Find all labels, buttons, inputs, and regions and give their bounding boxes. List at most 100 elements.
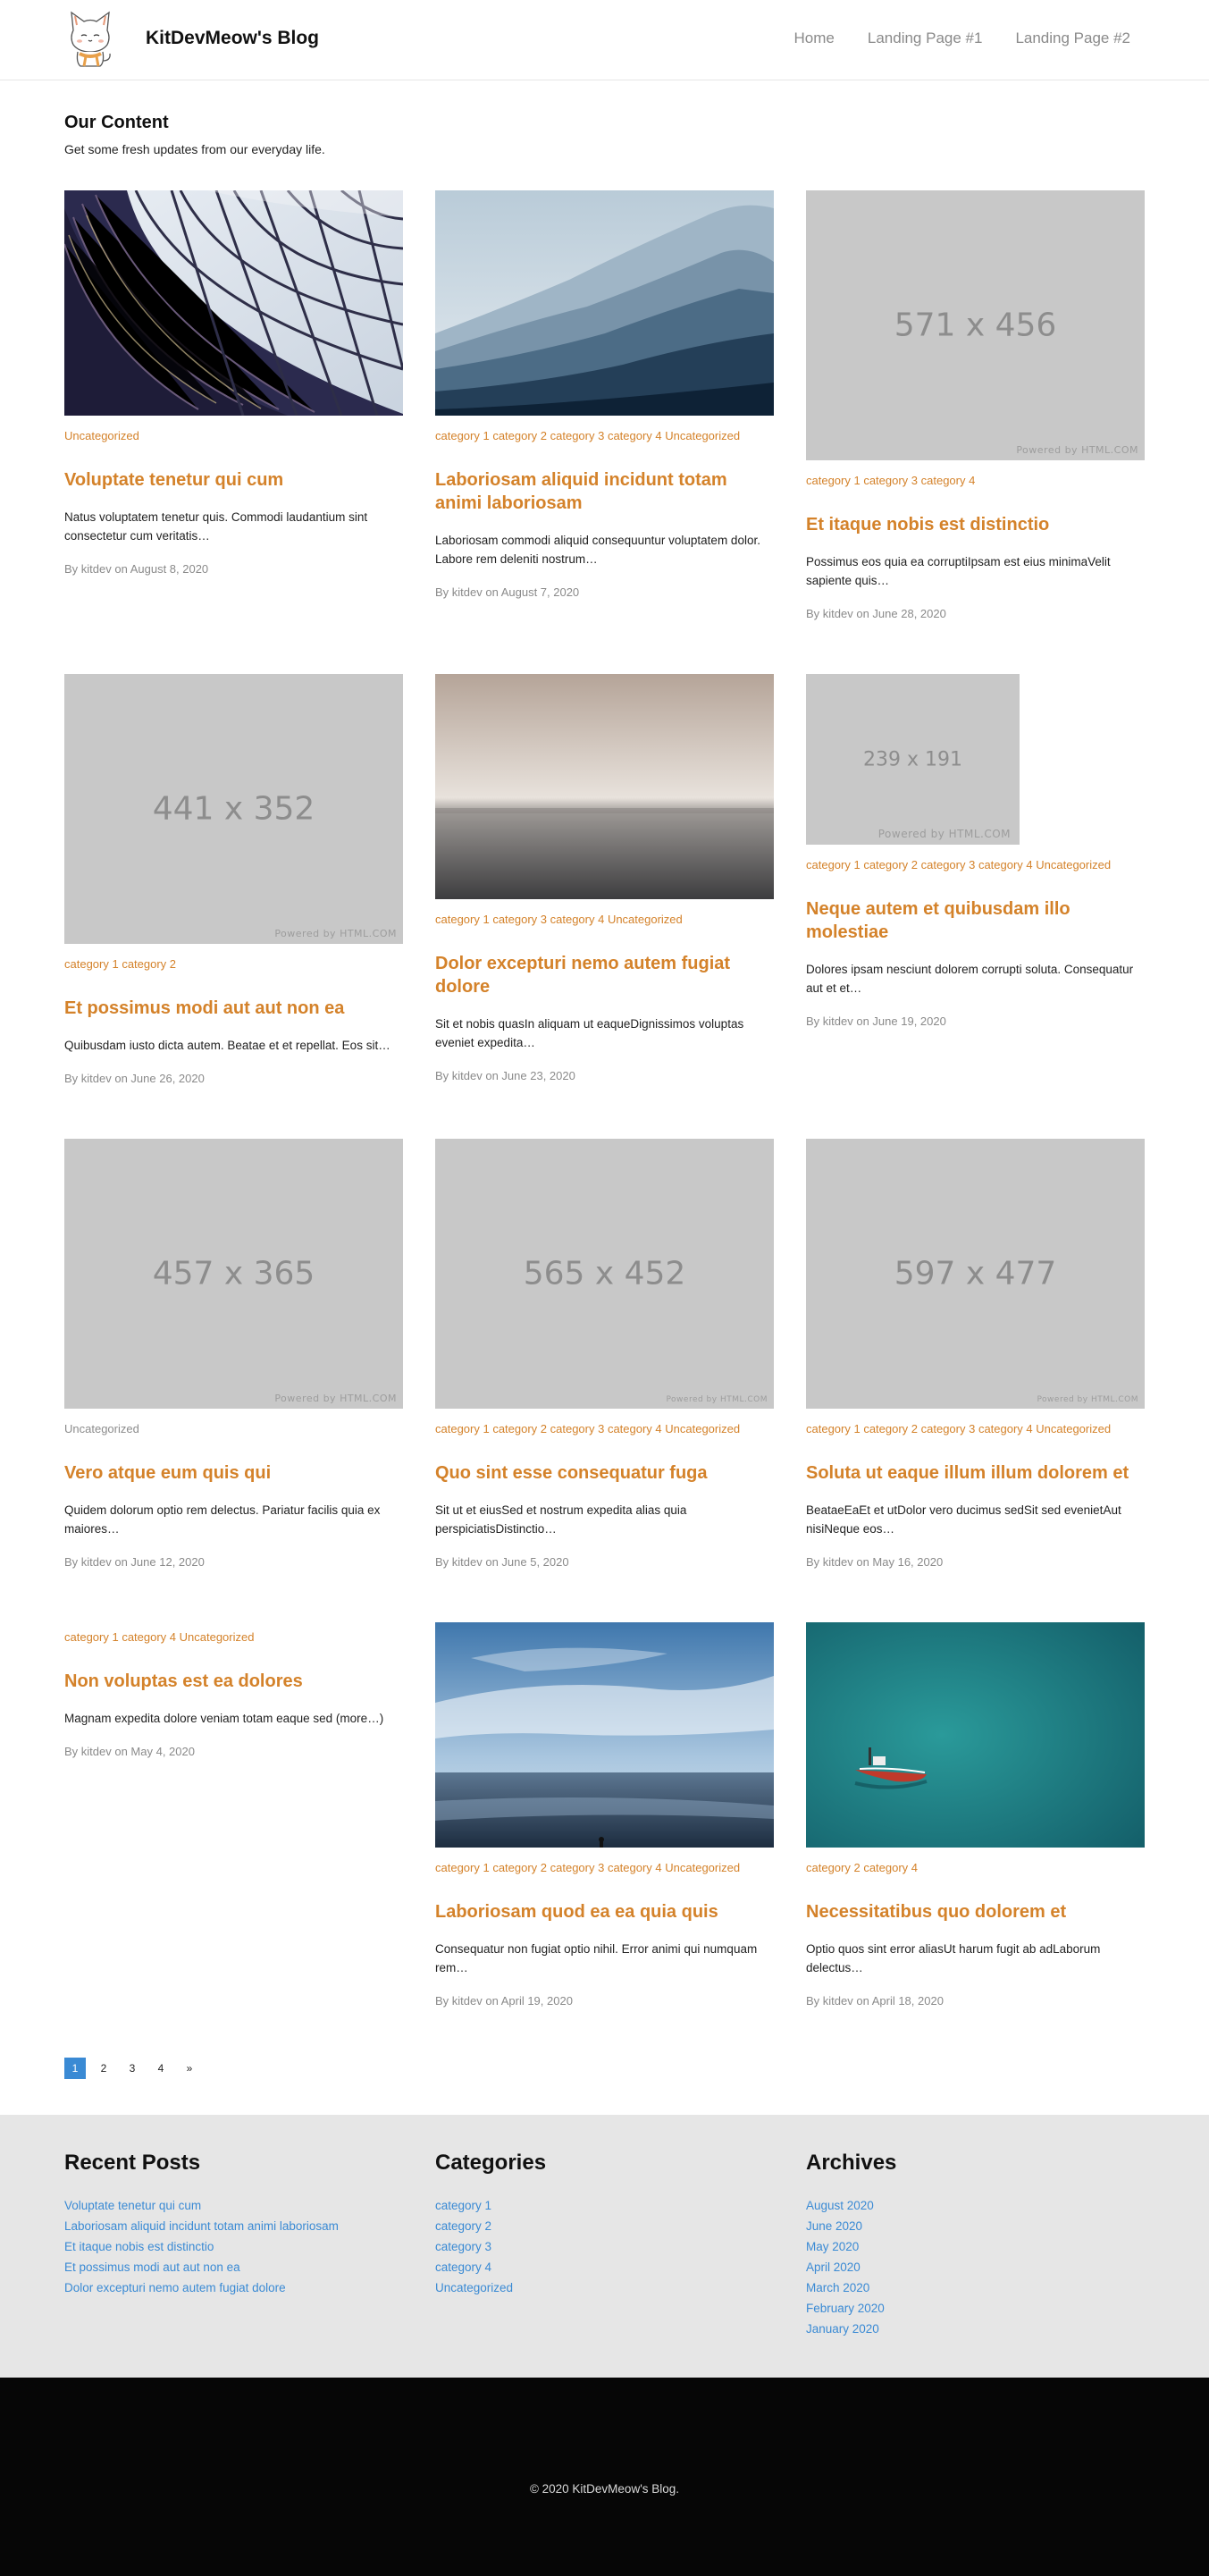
post-thumbnail-placeholder[interactable]: 597 x 477 Powered by HTML.COM xyxy=(806,1139,1145,1409)
placeholder-dimensions: 565 x 452 xyxy=(523,1255,686,1292)
archive-link[interactable]: August 2020 xyxy=(806,2195,1145,2216)
archive-link[interactable]: January 2020 xyxy=(806,2319,1145,2339)
post-categories[interactable]: category 1 category 4 Uncategorized xyxy=(64,1629,403,1646)
category-link[interactable]: category 4 xyxy=(435,2257,774,2277)
post-title[interactable]: Quo sint esse consequatur fuga xyxy=(435,1461,774,1485)
post-byline: By kitdev on May 16, 2020 xyxy=(806,1555,944,1569)
post-byline: By kitdev on June 23, 2020 xyxy=(435,1069,575,1082)
recent-post-link[interactable]: Et possimus modi aut aut non ea xyxy=(64,2257,403,2277)
placeholder-dimensions: 571 x 456 xyxy=(894,307,1057,344)
post-card: category 1 category 4 Uncategorized Non … xyxy=(64,1622,403,2008)
pagination: 1 2 3 4 » xyxy=(64,2058,1145,2079)
post-thumbnail-library[interactable] xyxy=(64,190,403,416)
post-title[interactable]: Soluta ut eaque illum illum dolorem et xyxy=(806,1461,1145,1485)
post-categories[interactable]: category 1 category 2 category 3 categor… xyxy=(435,1860,774,1876)
post-title[interactable]: Et possimus modi aut aut non ea xyxy=(64,997,403,1020)
placeholder-dimensions: 457 x 365 xyxy=(152,1255,315,1292)
post-thumbnail-placeholder[interactable]: 457 x 365 Powered by HTML.COM xyxy=(64,1139,403,1409)
category-link[interactable]: category 1 xyxy=(435,2195,774,2216)
categories-title: Categories xyxy=(435,2151,547,2175)
cat-logo-icon[interactable] xyxy=(63,7,118,72)
category-link[interactable]: Uncategorized xyxy=(435,2277,774,2298)
recent-posts-widget: Recent Posts Voluptate tenetur qui cum L… xyxy=(64,2151,403,2339)
post-thumbnail-placeholder[interactable]: 571 x 456 Powered by HTML.COM xyxy=(806,190,1145,460)
nav-landing-page-2[interactable]: Landing Page #2 xyxy=(1015,29,1130,47)
post-card: category 2 category 4 Necessitatibus quo… xyxy=(806,1622,1145,2008)
post-excerpt: Sit ut et eiusSed et nostrum expedita al… xyxy=(435,1503,687,1536)
post-categories[interactable]: category 1 category 2 xyxy=(64,956,403,972)
post-title[interactable]: Et itaque nobis est distinctio xyxy=(806,513,1145,536)
archive-link[interactable]: February 2020 xyxy=(806,2298,1145,2319)
archive-link[interactable]: March 2020 xyxy=(806,2277,1145,2298)
site-title[interactable]: KitDevMeow's Blog xyxy=(146,28,319,49)
post-categories[interactable]: category 1 category 2 category 3 categor… xyxy=(806,1421,1145,1437)
page-title: Our Content xyxy=(64,113,169,132)
placeholder-powered-by: Powered by HTML.COM xyxy=(666,1395,768,1404)
post-card: 441 x 352 Powered by HTML.COM category 1… xyxy=(64,674,403,1085)
page-1-link[interactable]: 1 xyxy=(64,2058,86,2079)
post-categories[interactable]: Uncategorized xyxy=(64,1421,403,1437)
post-card: 571 x 456 Powered by HTML.COM category 1… xyxy=(806,190,1145,620)
post-title[interactable]: Laboriosam aliquid incidunt totam animi … xyxy=(435,468,774,515)
page-4-link[interactable]: 4 xyxy=(150,2058,172,2079)
post-thumbnail-mountains[interactable] xyxy=(435,190,774,416)
post-title[interactable]: Voluptate tenetur qui cum xyxy=(64,468,403,492)
post-excerpt: Quibusdam iusto dicta autem. Beatae et e… xyxy=(64,1039,390,1052)
post-excerpt: Magnam expedita dolore veniam totam eaqu… xyxy=(64,1712,384,1725)
nav-home[interactable]: Home xyxy=(794,29,835,47)
placeholder-dimensions: 239 x 191 xyxy=(863,748,962,770)
post-categories[interactable]: category 1 category 3 category 4 xyxy=(806,473,1145,489)
post-categories[interactable]: category 1 category 2 category 3 categor… xyxy=(435,428,774,444)
post-byline: By kitdev on June 28, 2020 xyxy=(806,607,946,620)
recent-posts-title: Recent Posts xyxy=(64,2151,201,2175)
post-categories[interactable]: category 1 category 2 category 3 categor… xyxy=(806,857,1145,873)
nav-landing-page-1[interactable]: Landing Page #1 xyxy=(868,29,983,47)
post-thumbnail-placeholder[interactable]: 441 x 352 Powered by HTML.COM xyxy=(64,674,403,944)
post-excerpt: Dolores ipsam nesciunt dolorem corrupti … xyxy=(806,963,1134,995)
post-byline: By kitdev on April 18, 2020 xyxy=(806,1994,944,2008)
page-subtitle: Get some fresh updates from our everyday… xyxy=(64,142,325,156)
archive-link[interactable]: May 2020 xyxy=(806,2236,1145,2257)
recent-post-link[interactable]: Dolor excepturi nemo autem fugiat dolore xyxy=(64,2277,403,2298)
post-categories[interactable]: category 1 category 3 category 4 Uncateg… xyxy=(435,912,774,928)
page-2-link[interactable]: 2 xyxy=(93,2058,114,2079)
post-thumbnail-placeholder[interactable]: 565 x 452 Powered by HTML.COM xyxy=(435,1139,774,1409)
post-card: 457 x 365 Powered by HTML.COM Uncategori… xyxy=(64,1139,403,1569)
post-byline: By kitdev on June 19, 2020 xyxy=(806,1014,946,1028)
post-byline: By kitdev on June 12, 2020 xyxy=(64,1555,205,1569)
post-excerpt: Natus voluptatem tenetur quis. Commodi l… xyxy=(64,510,368,543)
recent-post-link[interactable]: Et itaque nobis est distinctio xyxy=(64,2236,403,2257)
archives-title: Archives xyxy=(806,2151,897,2175)
post-title[interactable]: Vero atque eum quis qui xyxy=(64,1461,403,1485)
post-thumbnail-beach[interactable] xyxy=(435,1622,774,1848)
post-title[interactable]: Non voluptas est ea dolores xyxy=(64,1670,403,1693)
post-categories[interactable]: Uncategorized xyxy=(64,428,403,444)
site-footer: © 2020 KitDevMeow's Blog. xyxy=(0,2378,1209,2576)
post-thumbnail-boat[interactable] xyxy=(806,1622,1145,1848)
archive-link[interactable]: April 2020 xyxy=(806,2257,1145,2277)
page-3-link[interactable]: 3 xyxy=(122,2058,143,2079)
placeholder-powered-by: Powered by HTML.COM xyxy=(877,828,1011,840)
placeholder-dimensions: 441 x 352 xyxy=(152,790,315,828)
post-byline: By kitdev on June 26, 2020 xyxy=(64,1072,205,1085)
post-title[interactable]: Necessitatibus quo dolorem et xyxy=(806,1900,1145,1924)
recent-post-link[interactable]: Voluptate tenetur qui cum xyxy=(64,2195,403,2216)
category-link[interactable]: category 2 xyxy=(435,2216,774,2236)
post-card: category 1 category 2 category 3 categor… xyxy=(435,1622,774,2008)
placeholder-powered-by: Powered by HTML.COM xyxy=(274,1393,397,1404)
copyright: © 2020 KitDevMeow's Blog. xyxy=(529,2482,680,2496)
recent-post-link[interactable]: Laboriosam aliquid incidunt totam animi … xyxy=(64,2216,403,2236)
post-title[interactable]: Laboriosam quod ea ea quia quis xyxy=(435,1900,774,1924)
post-byline: By kitdev on June 5, 2020 xyxy=(435,1555,569,1569)
post-thumbnail-sea-fog[interactable] xyxy=(435,674,774,899)
post-title[interactable]: Neque autem et quibusdam illo molestiae xyxy=(806,897,1145,944)
next-page-link[interactable]: » xyxy=(179,2058,200,2079)
post-thumbnail-placeholder[interactable]: 239 x 191 Powered by HTML.COM xyxy=(806,674,1020,845)
post-excerpt: BeataeEaEt et utDolor vero ducimus sedSi… xyxy=(806,1503,1121,1536)
post-categories[interactable]: category 2 category 4 xyxy=(806,1860,1145,1876)
post-categories[interactable]: category 1 category 2 category 3 categor… xyxy=(435,1421,774,1437)
archive-link[interactable]: June 2020 xyxy=(806,2216,1145,2236)
post-title[interactable]: Dolor excepturi nemo autem fugiat dolore xyxy=(435,952,774,998)
site-header: KitDevMeow's Blog Home Landing Page #1 L… xyxy=(0,0,1209,80)
category-link[interactable]: category 3 xyxy=(435,2236,774,2257)
